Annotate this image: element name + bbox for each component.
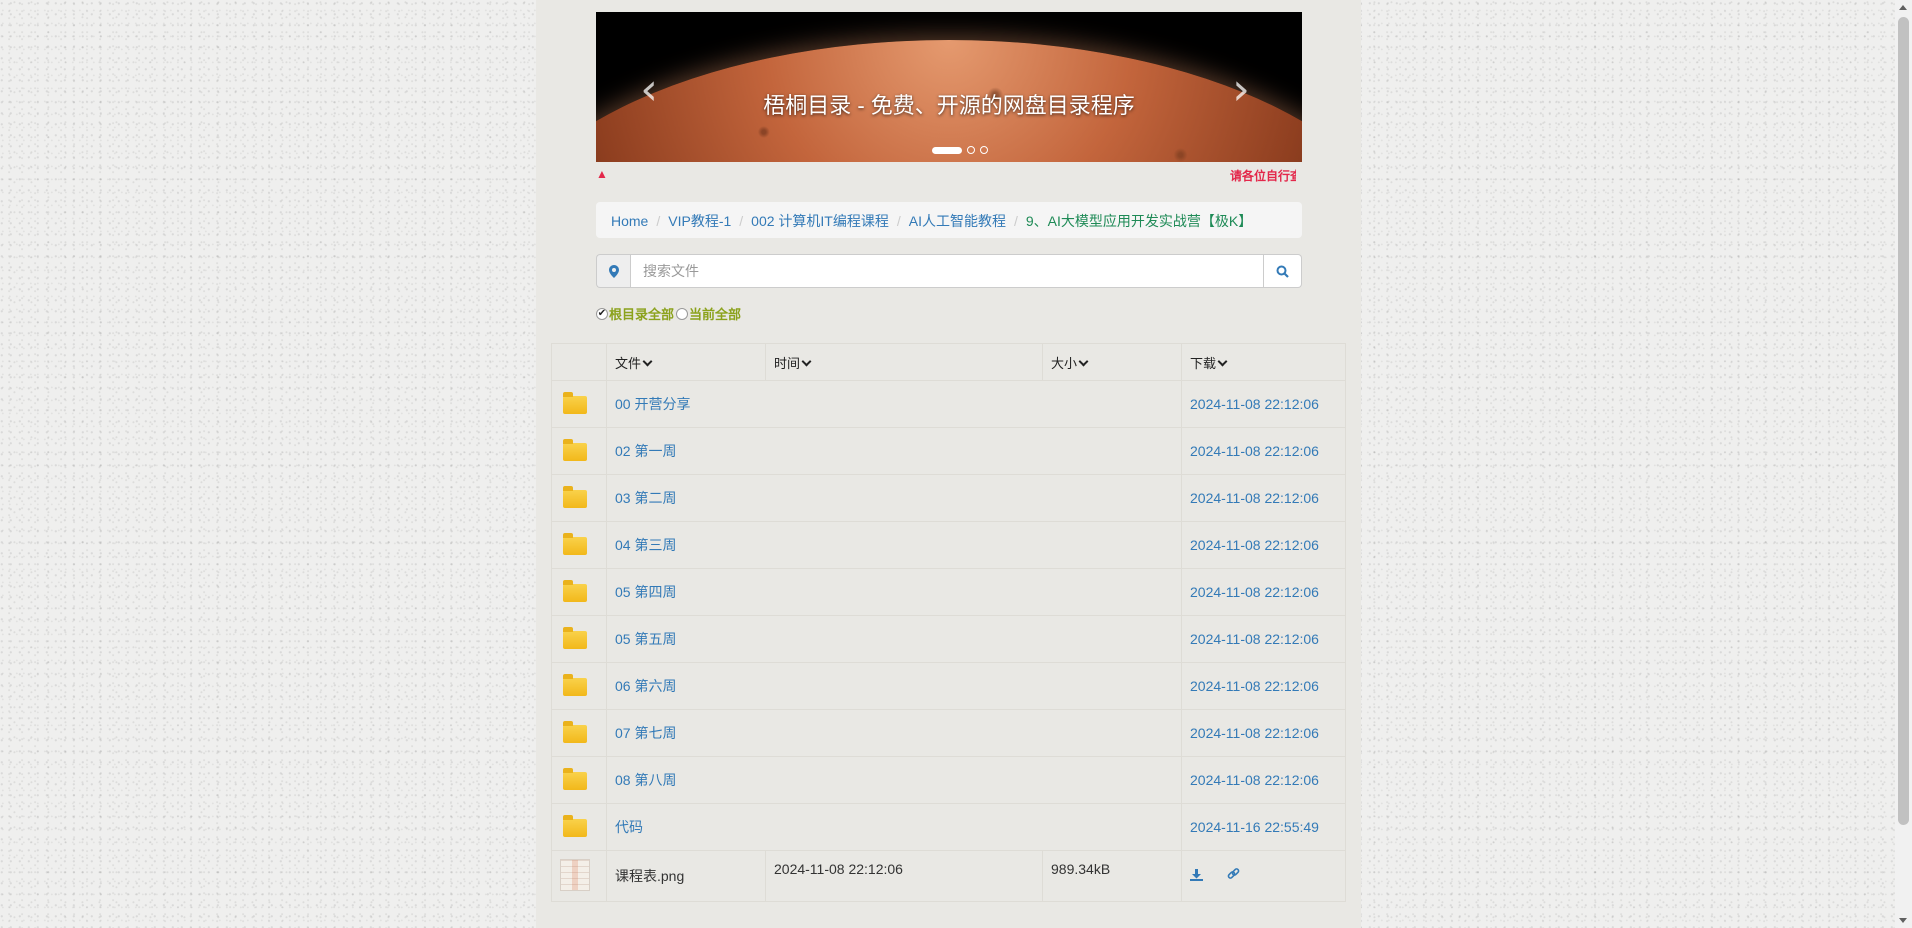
folder-link[interactable]: 06 第六周 [615,678,676,694]
breadcrumb-current: 9、AI大模型应用开发实战营【极K】 [1025,213,1253,229]
location-pin-icon [596,254,630,288]
table-row[interactable]: 06 第六周 2024-11-08 22:12:06 [551,662,1346,710]
search-bar [596,254,1302,288]
table-row[interactable]: 00 开营分享 2024-11-08 22:12:06 [551,380,1346,428]
search-button[interactable] [1264,254,1302,288]
folder-link[interactable]: 03 第二周 [615,490,676,506]
breadcrumb: Home / VIP教程-1/002 计算机IT编程课程 / AI人工智能教程/9、AI… [596,202,1302,238]
folder-icon [563,579,587,602]
image-thumbnail-icon[interactable] [560,858,590,891]
folder-date: 2024-11-08 22:12:06 [1190,490,1319,506]
folder-icon [563,720,587,743]
search-input[interactable] [630,254,1264,288]
folder-icon [563,814,587,837]
carousel-indicator-3[interactable] [980,146,988,154]
chevron-down-icon [1078,356,1089,366]
chevron-down-icon [642,356,653,366]
folder-date: 2024-11-08 22:12:06 [1190,678,1319,694]
search-scope: ✔ 根目录全部 当前全部 [596,304,743,323]
scroll-down-icon[interactable] [1899,918,1907,923]
table-row[interactable]: 08 第八周 2024-11-08 22:12:06 [551,756,1346,804]
carousel-indicator-2[interactable] [967,146,975,154]
icon-column-header [551,343,607,381]
carousel-prev-button[interactable]: ‹ [634,68,664,112]
file-link[interactable]: 课程表.png [615,868,684,884]
scroll-up-icon[interactable] [1899,5,1907,10]
table-row[interactable]: 02 第一周 2024-11-08 22:12:06 [551,427,1346,475]
file-table: 文件 时间 大小 下载 00 开营分享 2024-11-08 22:12:06 … [551,343,1346,902]
folder-icon [563,438,587,461]
folder-icon [563,391,587,414]
breadcrumb-vip[interactable]: VIP教程-1 [668,213,731,229]
page-scrollbar[interactable] [1895,0,1912,928]
breadcrumb-it-course[interactable]: 002 计算机IT编程课程 [751,213,889,229]
folder-link[interactable]: 04 第三周 [615,537,676,553]
sort-by-size-header[interactable]: 大小 [1042,343,1182,381]
carousel-indicator-1[interactable] [932,146,962,154]
breadcrumb-home[interactable]: Home [611,213,648,229]
table-row[interactable]: 05 第五周 2024-11-08 22:12:06 [551,615,1346,663]
table-row[interactable]: 03 第二周 2024-11-08 22:12:06 [551,474,1346,522]
sort-by-time-header[interactable]: 时间 [765,343,1043,381]
folder-link[interactable]: 05 第五周 [615,631,676,647]
folder-date: 2024-11-08 22:12:06 [1190,631,1319,647]
notice-marquee: ▲ 请各位自行查 [596,166,1302,184]
folder-date: 2024-11-08 22:12:06 [1190,396,1319,412]
folder-date: 2024-11-08 22:12:06 [1190,537,1319,553]
speaker-icon: ▲ [596,167,608,181]
file-size: 989.34kB [1042,850,1182,902]
folder-date: 2024-11-08 22:12:06 [1190,772,1319,788]
notice-text: 请各位自行查 [1230,169,1296,183]
table-row[interactable]: 代码 2024-11-16 22:55:49 [551,803,1346,851]
folder-link[interactable]: 08 第八周 [615,772,676,788]
download-column-header[interactable]: 下载 [1181,343,1346,381]
radio-icon[interactable] [676,307,689,320]
folder-icon [563,485,587,508]
banner-carousel: 梧桐目录 - 免费、开源的网盘目录程序 ‹ › [596,12,1302,162]
folder-link[interactable]: 代码 [615,819,643,835]
folder-link[interactable]: 07 第七周 [615,725,676,741]
banner-caption: 梧桐目录 - 免费、开源的网盘目录程序 [763,93,1135,118]
file-date: 2024-11-08 22:12:06 [765,850,1043,902]
folder-icon [563,532,587,555]
carousel-indicators [596,146,1302,154]
folder-date: 2024-11-08 22:12:06 [1190,725,1319,741]
table-header-row: 文件 时间 大小 下载 [551,343,1346,381]
scope-root-all[interactable]: ✔ 根目录全部 [596,304,674,323]
folder-link[interactable]: 00 开营分享 [615,396,690,412]
carousel-next-button[interactable]: › [1226,68,1256,112]
folder-date: 2024-11-08 22:12:06 [1190,584,1319,600]
folder-link[interactable]: 05 第四周 [615,584,676,600]
table-row[interactable]: 05 第四周 2024-11-08 22:12:06 [551,568,1346,616]
search-icon [1276,265,1289,278]
folder-link[interactable]: 02 第一周 [615,443,676,459]
sort-by-file-header[interactable]: 文件 [606,343,766,381]
chevron-down-icon [1217,356,1228,366]
folder-date: 2024-11-16 22:55:49 [1190,819,1319,835]
check-icon[interactable]: ✔ [596,307,608,320]
scrollbar-thumb[interactable] [1898,17,1909,825]
page-container: 梧桐目录 - 免费、开源的网盘目录程序 ‹ › ▲ 请各位自行查 Home / VI… [536,0,1361,928]
chevron-down-icon [801,356,812,366]
folder-date: 2024-11-08 22:12:06 [1190,443,1319,459]
breadcrumb-ai-course[interactable]: AI人工智能教程 [909,213,1006,229]
folder-icon [563,673,587,696]
table-row[interactable]: 课程表.png 2024-11-08 22:12:06 989.34kB [551,850,1346,902]
table-row[interactable]: 04 第三周 2024-11-08 22:12:06 [551,521,1346,569]
download-icon[interactable] [1190,869,1207,884]
folder-icon [563,626,587,649]
copy-link-icon[interactable] [1227,868,1240,884]
scope-current-all[interactable]: 当前全部 [676,304,741,323]
table-row[interactable]: 07 第七周 2024-11-08 22:12:06 [551,709,1346,757]
folder-icon [563,767,587,790]
